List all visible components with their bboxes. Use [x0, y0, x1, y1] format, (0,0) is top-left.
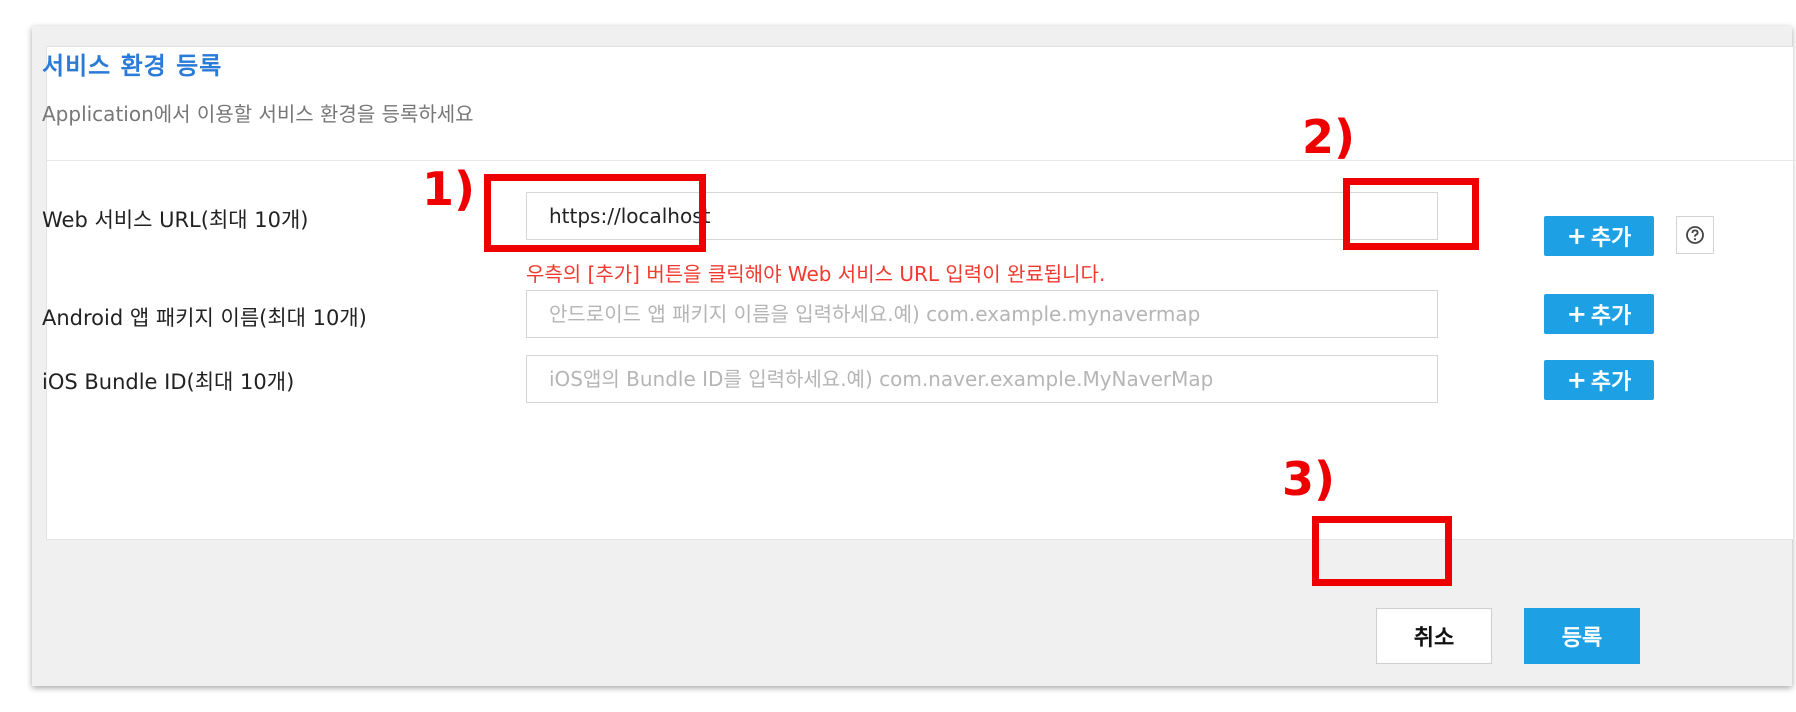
step-3-highlight — [1312, 516, 1452, 586]
register-button[interactable]: 등록 — [1524, 608, 1640, 664]
question-circle-icon — [1686, 226, 1704, 244]
help-button[interactable] — [1676, 216, 1714, 254]
step-1-annotation: 1) — [422, 162, 476, 216]
page-subtitle: Application에서 이용할 서비스 환경을 등록하세요 — [42, 102, 474, 126]
add-ios-bundle-button[interactable]: + 추가 — [1544, 360, 1654, 400]
android-package-input[interactable] — [526, 290, 1438, 338]
add-web-url-button[interactable]: + 추가 — [1544, 216, 1654, 256]
android-package-label: Android 앱 패키지 이름(최대 10개) — [42, 306, 367, 330]
ios-bundle-label: iOS Bundle ID(최대 10개) — [42, 370, 295, 394]
divider — [46, 160, 1796, 161]
plus-icon: + — [1566, 222, 1587, 250]
plus-icon: + — [1566, 300, 1587, 328]
plus-icon: + — [1566, 366, 1587, 394]
step-2-annotation: 2) — [1302, 110, 1356, 164]
add-label: 추가 — [1590, 304, 1632, 329]
web-url-warning: 우측의 [추가] 버튼을 클릭해야 Web 서비스 URL 입력이 완료됩니다. — [526, 262, 1106, 286]
step-3-annotation: 3) — [1282, 452, 1336, 506]
cancel-button[interactable]: 취소 — [1376, 608, 1492, 664]
add-label: 추가 — [1590, 226, 1632, 251]
step-2-highlight — [1343, 178, 1479, 250]
add-android-package-button[interactable]: + 추가 — [1544, 294, 1654, 334]
add-label: 추가 — [1590, 370, 1632, 395]
step-1-highlight — [484, 174, 706, 252]
web-url-label: Web 서비스 URL(최대 10개) — [42, 208, 309, 232]
page-title: 서비스 환경 등록 — [42, 52, 223, 80]
ios-bundle-input[interactable] — [526, 355, 1438, 403]
